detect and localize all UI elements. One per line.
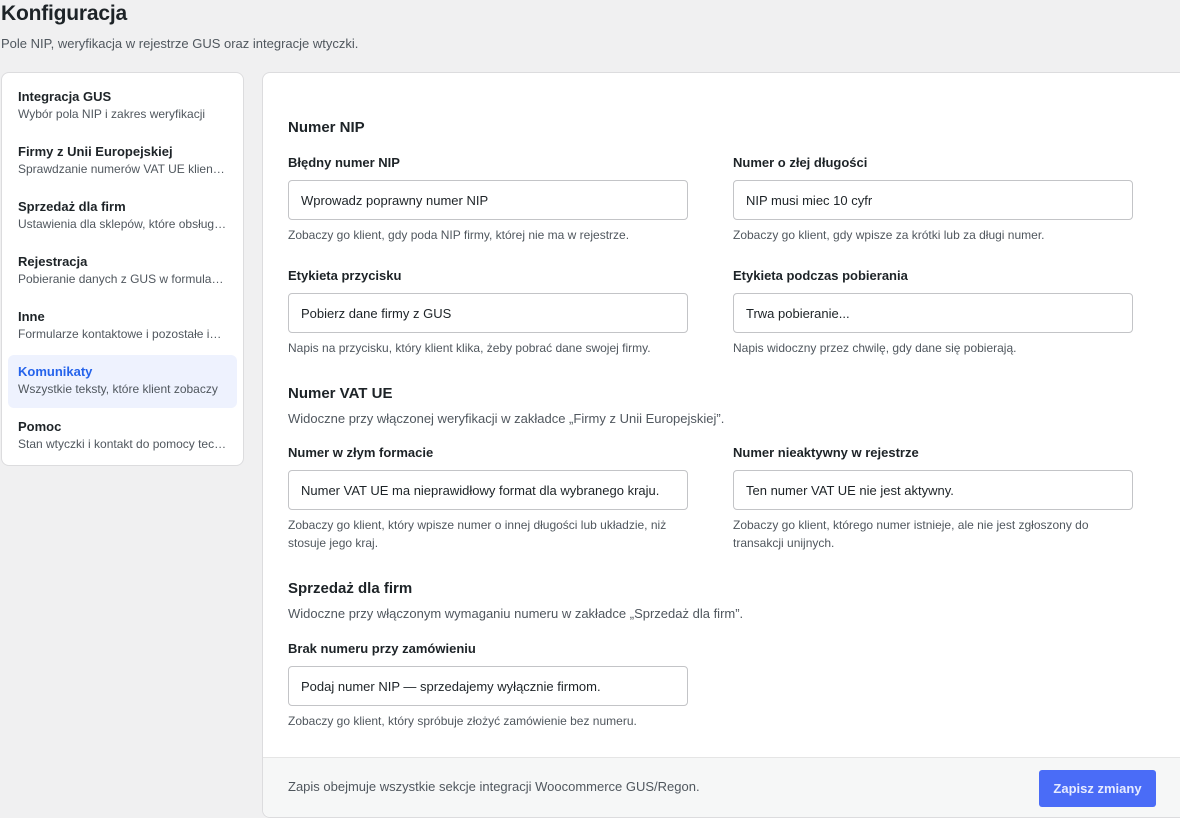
sidebar-item-desc: Formularze kontaktowe i pozostałe integr… [18, 327, 227, 341]
field-missing-number: Brak numeru przy zamówieniu Zobaczy go k… [288, 641, 688, 730]
missing-number-input[interactable] [288, 666, 688, 706]
sidebar-item-title: Pomoc [18, 419, 62, 434]
field-invalid-nip: Błędny numer NIP Zobaczy go klient, gdy … [288, 155, 688, 244]
sidebar-item-title: Integracja GUS [18, 89, 112, 104]
section-title-vat: Numer VAT UE [288, 385, 393, 402]
field-vat-inactive: Numer nieaktywny w rejestrze Zobaczy go … [733, 445, 1133, 552]
field-vat-format: Numer w złym formacie Zobaczy go klient,… [288, 445, 688, 552]
sidebar-item-sprzedaz-dla-firm[interactable]: Sprzedaż dla firm Ustawienia dla sklepów… [8, 190, 237, 243]
section-title-b2b: Sprzedaż dla firm [288, 580, 413, 597]
field-help: Zobaczy go klient, który wpisze numer o … [288, 518, 667, 550]
sidebar-item-title: Inne [18, 309, 45, 324]
sidebar-item-desc: Pobieranie danych z GUS w formularzu rej… [18, 272, 227, 286]
sidebar-item-title: Komunikaty [18, 364, 93, 379]
sidebar-item-title: Sprzedaż dla firm [18, 199, 126, 214]
sidebar-item-pomoc[interactable]: Pomoc Stan wtyczki i kontakt do pomocy t… [8, 410, 237, 463]
invalid-nip-input[interactable] [288, 180, 688, 220]
sidebar-item-inne[interactable]: Inne Formularze kontaktowe i pozostałe i… [8, 300, 237, 353]
footer-note: Zapis obejmuje wszystkie sekcje integrac… [288, 779, 700, 794]
field-help: Zobaczy go klient, którego numer istniej… [733, 518, 1089, 550]
sidebar-item-desc: Sprawdzanie numerów VAT UE klientów [18, 162, 227, 176]
sidebar-item-desc: Stan wtyczki i kontakt do pomocy technic… [18, 437, 227, 451]
field-label: Numer nieaktywny w rejestrze [733, 445, 919, 460]
sidebar-item-desc: Ustawienia dla sklepów, które obsługują … [18, 217, 227, 231]
wrong-length-input[interactable] [733, 180, 1133, 220]
settings-sidebar: Integracja GUS Wybór pola NIP i zakres w… [1, 72, 244, 466]
field-label: Błędny numer NIP [288, 155, 400, 170]
sidebar-item-desc: Wszystkie teksty, które klient zobaczy [18, 382, 218, 396]
section-title-nip: Numer NIP [288, 119, 365, 136]
sidebar-item-integracja-gus[interactable]: Integracja GUS Wybór pola NIP i zakres w… [8, 80, 237, 133]
vat-inactive-input[interactable] [733, 470, 1133, 510]
field-help: Napis widoczny przez chwilę, gdy dane si… [733, 341, 1017, 355]
button-label-input[interactable] [288, 293, 688, 333]
page-subtitle: Pole NIP, weryfikacja w rejestrze GUS or… [1, 36, 359, 51]
sidebar-item-desc: Wybór pola NIP i zakres weryfikacji [18, 107, 206, 121]
field-help: Zobaczy go klient, gdy wpisze za krótki … [733, 228, 1045, 242]
field-help: Zobaczy go klient, gdy poda NIP firmy, k… [288, 228, 630, 242]
field-label: Etykieta przycisku [288, 268, 402, 283]
loading-label-input[interactable] [733, 293, 1133, 333]
field-button-label: Etykieta przycisku Napis na przycisku, k… [288, 268, 688, 357]
field-wrong-length: Numer o złej długości Zobaczy go klient,… [733, 155, 1133, 244]
section-desc-vat: Widoczne przy włączonej weryfikacji w za… [288, 411, 725, 426]
field-help: Zobaczy go klient, który spróbuje złożyć… [288, 714, 637, 728]
page-title: Konfiguracja [1, 2, 127, 25]
settings-panel: Numer NIP Błędny numer NIP Zobaczy go kl… [262, 72, 1180, 818]
field-label: Numer o złej długości [733, 155, 868, 170]
field-loading-label: Etykieta podczas pobierania Napis widocz… [733, 268, 1133, 357]
section-desc-b2b: Widoczne przy włączonym wymaganiu numeru… [288, 606, 744, 621]
settings-footer: Zapis obejmuje wszystkie sekcje integrac… [263, 757, 1180, 817]
field-label: Brak numeru przy zamówieniu [288, 641, 476, 656]
field-label: Etykieta podczas pobierania [733, 268, 908, 283]
sidebar-item-komunikaty[interactable]: Komunikaty Wszystkie teksty, które klien… [8, 355, 237, 408]
sidebar-item-rejestracja[interactable]: Rejestracja Pobieranie danych z GUS w fo… [8, 245, 237, 298]
sidebar-item-title: Firmy z Unii Europejskiej [18, 144, 173, 159]
sidebar-item-title: Rejestracja [18, 254, 88, 269]
field-help: Napis na przycisku, który klient klika, … [288, 341, 651, 355]
sidebar-item-firmy-ue[interactable]: Firmy z Unii Europejskiej Sprawdzanie nu… [8, 135, 237, 188]
save-button[interactable]: Zapisz zmiany [1039, 770, 1156, 807]
vat-format-input[interactable] [288, 470, 688, 510]
field-label: Numer w złym formacie [288, 445, 434, 460]
